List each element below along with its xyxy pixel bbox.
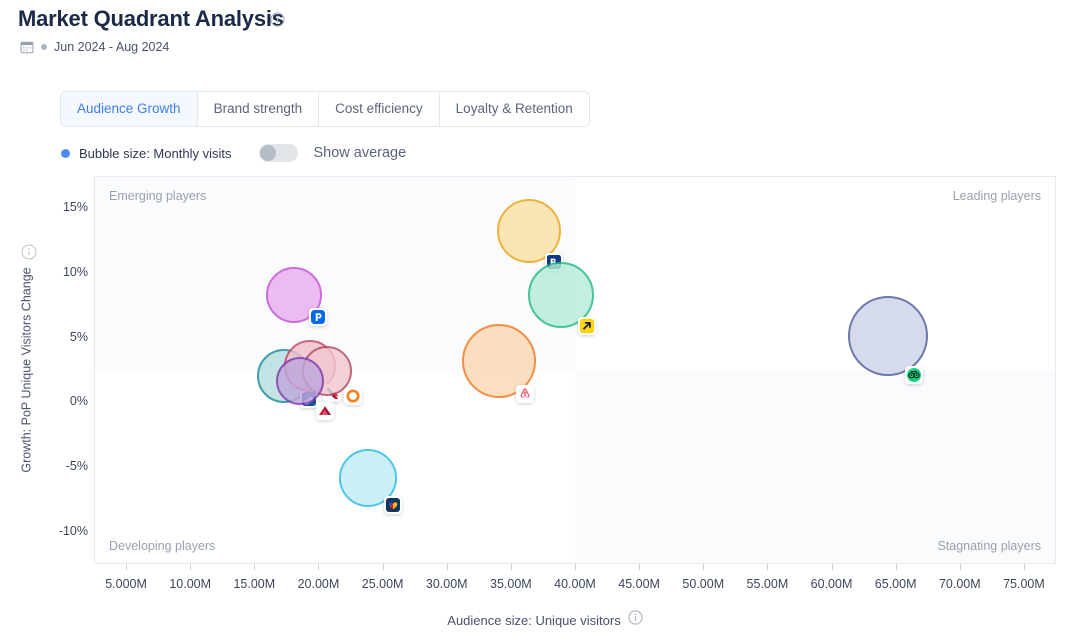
x-axis-tick-mark bbox=[767, 564, 768, 570]
delta-icon[interactable] bbox=[316, 402, 334, 420]
y-axis-tick: 10% bbox=[24, 265, 88, 279]
x-axis-tick: 25.00M bbox=[362, 577, 404, 591]
x-axis-tick: 50.00M bbox=[682, 577, 724, 591]
x-axis-tick-mark bbox=[383, 564, 384, 570]
tab-audience-growth[interactable]: Audience Growth bbox=[61, 92, 198, 126]
x-axis-tick: 55.00M bbox=[747, 577, 789, 591]
quadrant-label-bottom-left: Developing players bbox=[109, 539, 215, 553]
y-axis-tick: 0% bbox=[24, 394, 88, 408]
y-axis-tick: -5% bbox=[24, 459, 88, 473]
chart-controls: Bubble size: Monthly visits Show average bbox=[61, 144, 406, 162]
x-axis-tick: 70.00M bbox=[939, 577, 981, 591]
calendar-icon bbox=[20, 40, 34, 54]
quadrant-label-top-right: Leading players bbox=[953, 189, 1041, 203]
x-axis-tick-mark bbox=[190, 564, 191, 570]
bubble-legend-dot bbox=[61, 149, 70, 158]
info-icon[interactable] bbox=[270, 12, 285, 27]
separator-dot bbox=[41, 44, 47, 50]
priceline-icon[interactable] bbox=[309, 308, 327, 326]
metric-tabs: Audience GrowthBrand strengthCost effici… bbox=[60, 91, 590, 127]
x-axis-tick: 15.00M bbox=[233, 577, 275, 591]
x-axis-tick: 20.00M bbox=[298, 577, 340, 591]
x-axis-title: Audience size: Unique visitors bbox=[0, 610, 1090, 630]
tab-cost-efficiency[interactable]: Cost efficiency bbox=[319, 92, 440, 126]
x-axis-ticks: 5.000M 10.00M 15.00M 20.00M 25.00M 30.00M 35.0… bbox=[94, 564, 1056, 596]
quadrant-label-top-left: Emerging players bbox=[109, 189, 206, 203]
date-range-selector[interactable]: Jun 2024 - Aug 2024 bbox=[20, 40, 169, 54]
y-axis-tick: 5% bbox=[24, 330, 88, 344]
x-axis-tick-mark bbox=[703, 564, 704, 570]
airbnb-icon[interactable] bbox=[516, 385, 534, 403]
x-axis-tick: 10.00M bbox=[169, 577, 211, 591]
bubble-tripadvisor[interactable] bbox=[848, 296, 928, 376]
x-axis-tick-mark bbox=[960, 564, 961, 570]
x-axis-tick: 75.00M bbox=[1003, 577, 1045, 591]
y-axis-ticks: 15% 10% 5% 0% -5% -10% bbox=[0, 176, 88, 564]
x-axis-tick-mark bbox=[126, 564, 127, 570]
tab-loyalty-retention[interactable]: Loyalty & Retention bbox=[440, 92, 589, 126]
y-axis-tick: -10% bbox=[24, 524, 88, 538]
x-axis-tick-mark bbox=[511, 564, 512, 570]
x-axis-tick: 5.000M bbox=[105, 577, 147, 591]
x-axis-tick-mark bbox=[447, 564, 448, 570]
show-average-toggle[interactable] bbox=[259, 144, 298, 162]
x-axis-tick: 65.00M bbox=[875, 577, 917, 591]
x-axis-tick: 40.00M bbox=[554, 577, 596, 591]
x-axis-tick-mark bbox=[639, 564, 640, 570]
x-axis-tick-mark bbox=[254, 564, 255, 570]
x-axis-tick-mark bbox=[896, 564, 897, 570]
date-range-label: Jun 2024 - Aug 2024 bbox=[54, 40, 169, 54]
tripadvisor-icon[interactable] bbox=[905, 366, 923, 384]
x-axis-title-text: Audience size: Unique visitors bbox=[447, 613, 620, 628]
x-axis-tick-mark bbox=[1024, 564, 1025, 570]
southwest-icon[interactable] bbox=[384, 496, 402, 514]
x-axis-tick-mark bbox=[832, 564, 833, 570]
bubble-chart-plot: Emerging players Leading players Develop… bbox=[94, 176, 1056, 564]
bubble-legend-label: Bubble size: Monthly visits bbox=[79, 146, 231, 161]
expedia-icon[interactable] bbox=[578, 317, 596, 335]
toggle-knob bbox=[260, 145, 276, 161]
tab-brand-strength[interactable]: Brand strength bbox=[198, 92, 320, 126]
quadrant-label-bottom-right: Stagnating players bbox=[937, 539, 1041, 553]
x-axis-tick: 45.00M bbox=[618, 577, 660, 591]
quadrant-bottom-right bbox=[575, 370, 1055, 563]
x-axis-tick-mark bbox=[575, 564, 576, 570]
x-axis-tick: 60.00M bbox=[811, 577, 853, 591]
x-axis-tick: 30.00M bbox=[426, 577, 468, 591]
show-average-label: Show average bbox=[313, 145, 406, 161]
info-icon[interactable] bbox=[628, 610, 643, 630]
x-axis-tick: 35.00M bbox=[490, 577, 532, 591]
suncountry-icon[interactable] bbox=[344, 387, 362, 405]
page-title: Market Quadrant Analysis bbox=[18, 6, 284, 32]
y-axis-tick: 15% bbox=[24, 200, 88, 214]
x-axis-tick-mark bbox=[318, 564, 319, 570]
